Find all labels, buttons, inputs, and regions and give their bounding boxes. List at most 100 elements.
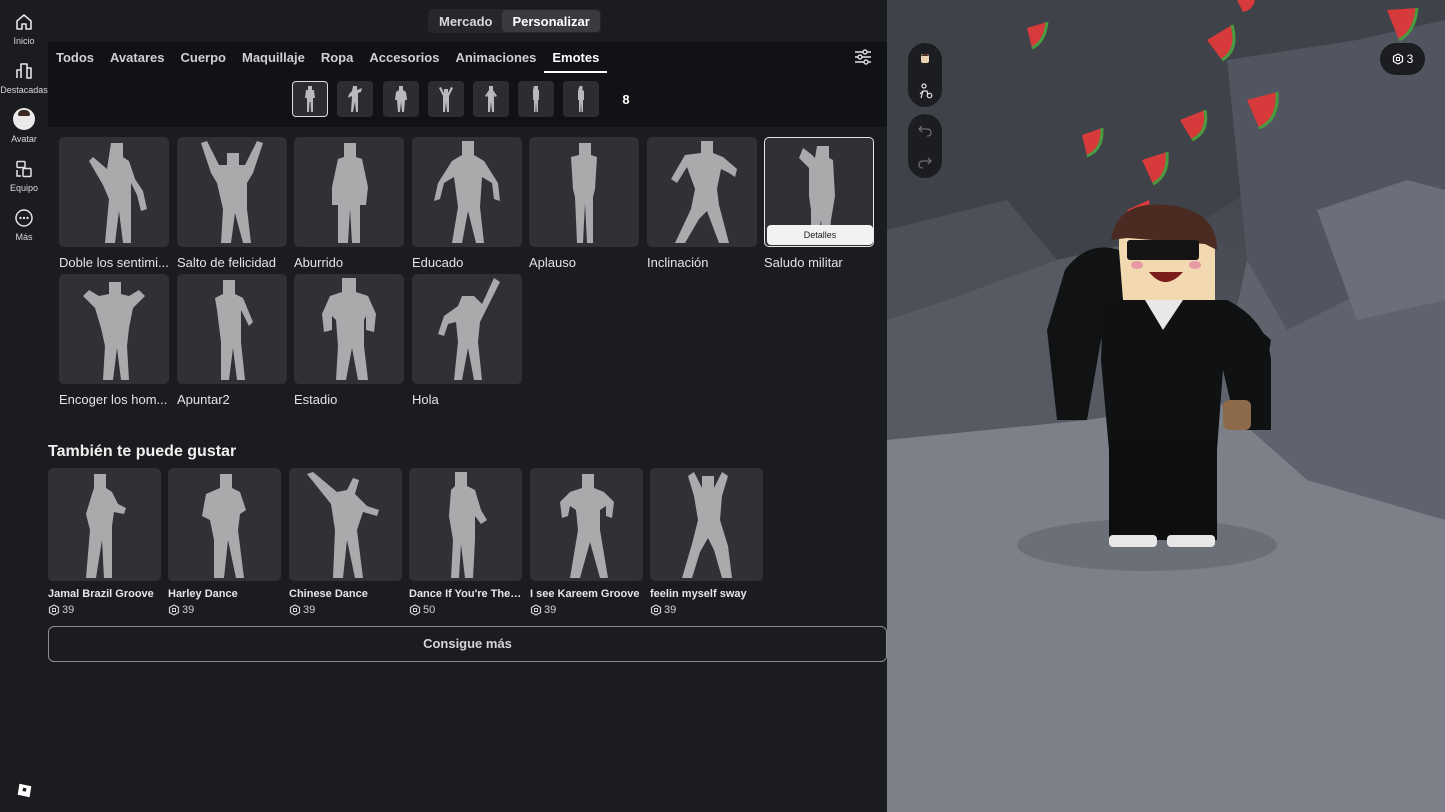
emote-card[interactable]: Inclinación xyxy=(647,137,757,270)
item-thumbnail xyxy=(409,468,522,581)
item-price: 39 xyxy=(289,604,402,616)
emote-figure-icon xyxy=(485,86,497,112)
mode-switcher: Mercado Personalizar xyxy=(428,9,601,33)
tab-todos[interactable]: Todos xyxy=(48,42,102,73)
avatar-3d-viewport[interactable]: 3 xyxy=(887,0,1445,812)
emote-card[interactable]: Salto de felicidad xyxy=(177,137,287,270)
nav-item-inventory[interactable]: Equipo xyxy=(0,159,48,193)
tab-emotes[interactable]: Emotes xyxy=(544,42,608,73)
emote-slot-8[interactable]: 8 xyxy=(608,81,644,117)
item-price: 39 xyxy=(48,604,161,616)
filter-settings-icon[interactable] xyxy=(853,48,873,66)
emote-card-selected[interactable]: Detalles Saludo militar xyxy=(764,137,874,270)
robux-icon xyxy=(289,604,301,616)
emote-name: Saludo militar xyxy=(764,255,843,270)
price-value: 39 xyxy=(62,604,75,616)
roblox-logo-icon[interactable] xyxy=(16,782,33,799)
emote-pose-image xyxy=(83,282,145,380)
emote-thumbnail xyxy=(59,274,169,384)
nav-item-label: Avatar xyxy=(11,134,37,144)
emote-card[interactable]: Aplauso xyxy=(529,137,639,270)
category-tabs: Todos Avatares Cuerpo Maquillaje Ropa Ac… xyxy=(48,42,887,73)
catalog-item-card[interactable]: feelin myself sway 39 xyxy=(650,468,763,616)
nav-item-home[interactable]: Inicio xyxy=(0,12,48,46)
tab-animaciones[interactable]: Animaciones xyxy=(447,42,544,73)
item-price: 50 xyxy=(409,604,522,616)
price-value: 39 xyxy=(664,604,677,616)
tab-avatares[interactable]: Avatares xyxy=(102,42,172,73)
emote-thumbnail xyxy=(177,274,287,384)
emote-thumbnail xyxy=(177,137,287,247)
robux-icon xyxy=(48,604,60,616)
item-name: feelin myself sway xyxy=(650,588,747,600)
emote-pose-image xyxy=(332,143,368,243)
emote-card[interactable]: Aburrido xyxy=(294,137,404,270)
emote-slot-1[interactable] xyxy=(292,81,328,117)
emote-thumbnail xyxy=(294,137,404,247)
emote-name: Inclinación xyxy=(647,255,709,270)
catalog-item-card[interactable]: I see Kareem Groove 39 xyxy=(530,468,643,616)
emote-card[interactable]: Apuntar2 xyxy=(177,274,287,407)
price-value: 39 xyxy=(544,604,557,616)
left-nav-rail: Inicio Destacadas Avatar Equipo Más xyxy=(0,0,48,812)
item-price: 39 xyxy=(530,604,643,616)
item-thumbnail xyxy=(289,468,402,581)
item-thumbnail xyxy=(48,468,161,581)
emote-slot-2[interactable] xyxy=(337,81,373,117)
customize-button[interactable]: Personalizar xyxy=(502,10,600,32)
emote-pose-image xyxy=(560,474,614,578)
emote-pose-image xyxy=(571,143,597,243)
nav-item-label: Destacadas xyxy=(0,85,48,95)
emote-slot-5[interactable] xyxy=(473,81,509,117)
item-price: 39 xyxy=(650,604,763,616)
emote-thumbnail: Detalles xyxy=(764,137,874,247)
catalog-item-card[interactable]: Harley Dance 39 xyxy=(168,468,281,616)
undo-button[interactable] xyxy=(908,114,942,146)
item-thumbnail xyxy=(530,468,643,581)
pose-button[interactable] xyxy=(908,75,942,107)
emote-slot-7[interactable] xyxy=(563,81,599,117)
tab-accesorios[interactable]: Accesorios xyxy=(361,42,447,73)
nav-item-charts[interactable]: Destacadas xyxy=(0,61,48,95)
zoom-head-button[interactable] xyxy=(908,43,942,75)
robux-icon xyxy=(650,604,662,616)
emote-slot-3[interactable] xyxy=(383,81,419,117)
get-more-button[interactable]: Consigue más xyxy=(48,626,887,662)
details-button[interactable]: Detalles xyxy=(767,225,873,245)
emote-card[interactable]: Doble los sentimi... xyxy=(59,137,169,270)
emote-card[interactable]: Estadio xyxy=(294,274,404,407)
emote-pose-image xyxy=(215,280,253,380)
redo-button[interactable] xyxy=(908,146,942,178)
emote-card[interactable]: Encoger los hom... xyxy=(59,274,169,407)
pose-figure-icon xyxy=(919,83,933,99)
view-controls-history xyxy=(908,114,942,178)
scene-background-image xyxy=(887,0,1445,812)
avatar-icon xyxy=(13,108,35,130)
tab-maquillaje[interactable]: Maquillaje xyxy=(234,42,313,73)
emote-slot-6[interactable] xyxy=(518,81,554,117)
catalog-item-card[interactable]: Dance If You're The ... 50 xyxy=(409,468,522,616)
catalog-item-card[interactable]: Chinese Dance 39 xyxy=(289,468,402,616)
price-value: 50 xyxy=(423,604,436,616)
tab-cuerpo[interactable]: Cuerpo xyxy=(172,42,234,73)
emote-card[interactable]: Hola xyxy=(412,274,522,407)
tab-ropa[interactable]: Ropa xyxy=(313,42,362,73)
charts-icon xyxy=(16,63,32,79)
catalog-item-card[interactable]: Jamal Brazil Groove 39 xyxy=(48,468,161,616)
emote-pose-image xyxy=(89,143,147,243)
view-controls-top xyxy=(908,43,942,107)
undo-icon xyxy=(918,125,932,137)
emote-name: Apuntar2 xyxy=(177,392,230,407)
item-name: Jamal Brazil Groove xyxy=(48,588,154,600)
emote-card[interactable]: Educado xyxy=(412,137,522,270)
inventory-icon xyxy=(16,160,32,178)
emote-pose-image xyxy=(449,472,487,578)
emote-figure-icon xyxy=(439,87,453,112)
item-thumbnail xyxy=(168,468,281,581)
nav-item-avatar[interactable]: Avatar xyxy=(0,108,48,144)
emote-slot-4[interactable] xyxy=(428,81,464,117)
robux-balance-button[interactable]: 3 xyxy=(1380,43,1425,75)
nav-item-more[interactable]: Más xyxy=(0,208,48,242)
market-button[interactable]: Mercado xyxy=(429,10,502,32)
emote-pose-image xyxy=(322,278,376,380)
